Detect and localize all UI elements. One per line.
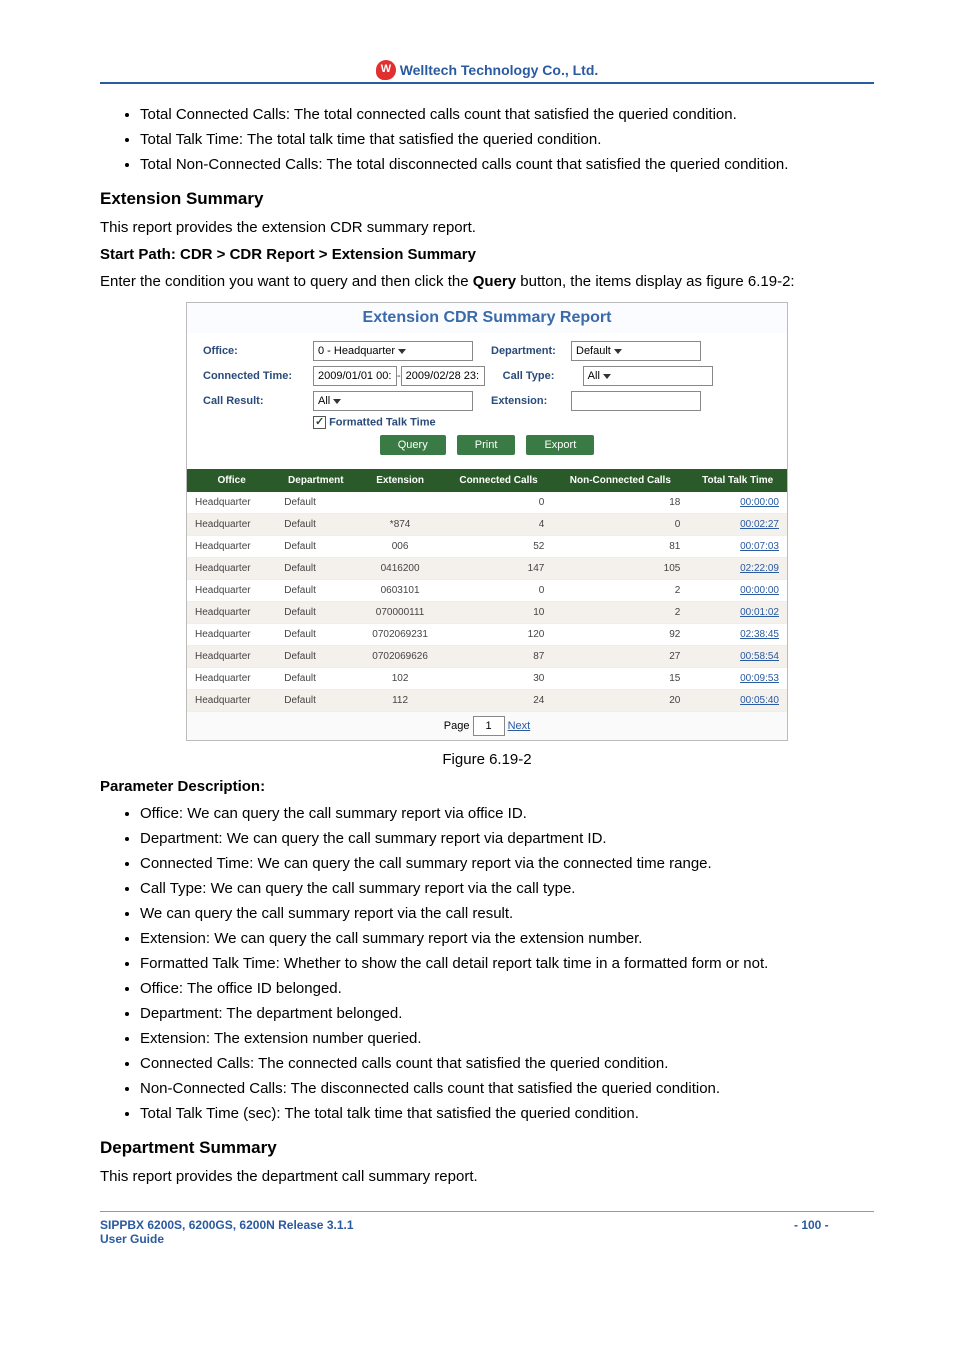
extension-summary-intro: This report provides the extension CDR s… — [100, 217, 874, 238]
report-title: Extension CDR Summary Report — [187, 303, 787, 333]
query-form: Office: 0 - Headquarter Department: Defa… — [187, 333, 787, 469]
start-path: Start Path: CDR > CDR Report > Extension… — [100, 244, 874, 265]
talk-time-link[interactable]: 00:00:00 — [688, 580, 787, 602]
table-row: HeadquarterDefault112242000:05:40 — [187, 690, 787, 712]
table-row: HeadquarterDefault0702069626872700:58:54 — [187, 646, 787, 668]
table-row: HeadquarterDefault07020692311209202:38:4… — [187, 624, 787, 646]
chevron-down-icon — [398, 349, 406, 354]
chevron-down-icon — [333, 399, 341, 404]
talk-time-link[interactable]: 00:58:54 — [688, 646, 787, 668]
talk-time-link[interactable]: 00:02:27 — [688, 514, 787, 536]
table-row: HeadquarterDefault041620014710502:22:09 — [187, 558, 787, 580]
talk-time-link[interactable]: 00:00:00 — [688, 492, 787, 514]
col-extension: Extension — [355, 469, 444, 492]
pager: Page 1 Next — [187, 712, 787, 740]
connected-time-label: Connected Time: — [203, 370, 313, 382]
top-bullet-list: Total Connected Calls: The total connect… — [140, 104, 874, 175]
figure-caption: Figure 6.19-2 — [100, 751, 874, 768]
call-type-label: Call Type: — [503, 370, 583, 382]
department-summary-intro: This report provides the department call… — [100, 1166, 874, 1187]
call-result-select[interactable]: All — [313, 391, 473, 411]
footer-product: SIPPBX 6200S, 6200GS, 6200N Release 3.1.… — [100, 1218, 794, 1232]
connected-time-from-input[interactable]: 2009/01/01 00: — [313, 366, 397, 386]
list-item: Formatted Talk Time: Whether to show the… — [140, 953, 874, 974]
page-number: - 100 - — [794, 1218, 874, 1246]
talk-time-link[interactable]: 00:01:02 — [688, 602, 787, 624]
col-department: Department — [276, 469, 355, 492]
list-item: Department: The department belonged. — [140, 1003, 874, 1024]
page-select[interactable]: 1 — [473, 716, 505, 736]
print-button[interactable]: Print — [457, 435, 516, 455]
footer-guide: User Guide — [100, 1232, 794, 1246]
next-link[interactable]: Next — [508, 720, 531, 732]
col-office: Office — [187, 469, 276, 492]
list-item: Office: The office ID belonged. — [140, 978, 874, 999]
list-item: Extension: The extension number queried. — [140, 1028, 874, 1049]
talk-time-link[interactable]: 00:05:40 — [688, 690, 787, 712]
connected-time-to-input[interactable]: 2009/02/28 23: — [401, 366, 485, 386]
parameter-list: Office: We can query the call summary re… — [140, 803, 874, 1124]
company-name: Welltech Technology Co., Ltd. — [400, 62, 599, 78]
talk-time-link[interactable]: 02:38:45 — [688, 624, 787, 646]
col-total-talk: Total Talk Time — [688, 469, 787, 492]
list-item: We can query the call summary report via… — [140, 903, 874, 924]
talk-time-link[interactable]: 02:22:09 — [688, 558, 787, 580]
export-button[interactable]: Export — [526, 435, 594, 455]
talk-time-link[interactable]: 00:07:03 — [688, 536, 787, 558]
call-type-select[interactable]: All — [583, 366, 713, 386]
table-row: HeadquarterDefault07000011110200:01:02 — [187, 602, 787, 624]
query-button[interactable]: Query — [380, 435, 446, 455]
chevron-down-icon — [603, 374, 611, 379]
list-item: Total Talk Time (sec): The total talk ti… — [140, 1103, 874, 1124]
table-row: HeadquarterDefault006528100:07:03 — [187, 536, 787, 558]
extension-report-screenshot: Extension CDR Summary Report Office: 0 -… — [186, 302, 788, 741]
list-item: Non-Connected Calls: The disconnected ca… — [140, 1078, 874, 1099]
extension-label: Extension: — [491, 395, 571, 407]
results-table: Office Department Extension Connected Ca… — [187, 469, 787, 712]
parameter-description-heading: Parameter Description: — [100, 776, 874, 797]
list-item: Connected Time: We can query the call su… — [140, 853, 874, 874]
department-select[interactable]: Default — [571, 341, 701, 361]
extension-input[interactable] — [571, 391, 701, 411]
formatted-talk-time-checkbox[interactable]: ✓ Formatted Talk Time — [313, 416, 771, 429]
chevron-down-icon — [614, 349, 622, 354]
page-footer: SIPPBX 6200S, 6200GS, 6200N Release 3.1.… — [100, 1211, 874, 1246]
logo-icon — [376, 60, 396, 80]
office-select[interactable]: 0 - Headquarter — [313, 341, 473, 361]
call-result-label: Call Result: — [203, 395, 313, 407]
table-row: HeadquarterDefault102301500:09:53 — [187, 668, 787, 690]
col-nonconnected: Non-Connected Calls — [552, 469, 688, 492]
page-header: Welltech Technology Co., Ltd. — [100, 60, 874, 84]
list-item: Total Non-Connected Calls: The total dis… — [140, 154, 874, 175]
extension-summary-heading: Extension Summary — [100, 189, 874, 209]
list-item: Call Type: We can query the call summary… — [140, 878, 874, 899]
extension-instruction: Enter the condition you want to query an… — [100, 271, 874, 292]
department-label: Department: — [491, 345, 571, 357]
list-item: Total Talk Time: The total talk time tha… — [140, 129, 874, 150]
department-summary-heading: Department Summary — [100, 1138, 874, 1158]
office-label: Office: — [203, 345, 313, 357]
list-item: Connected Calls: The connected calls cou… — [140, 1053, 874, 1074]
list-item: Office: We can query the call summary re… — [140, 803, 874, 824]
talk-time-link[interactable]: 00:09:53 — [688, 668, 787, 690]
list-item: Total Connected Calls: The total connect… — [140, 104, 874, 125]
table-row: HeadquarterDefault01800:00:00 — [187, 492, 787, 514]
table-row: HeadquarterDefault06031010200:00:00 — [187, 580, 787, 602]
list-item: Department: We can query the call summar… — [140, 828, 874, 849]
table-row: HeadquarterDefault*8744000:02:27 — [187, 514, 787, 536]
col-connected: Connected Calls — [445, 469, 553, 492]
list-item: Extension: We can query the call summary… — [140, 928, 874, 949]
